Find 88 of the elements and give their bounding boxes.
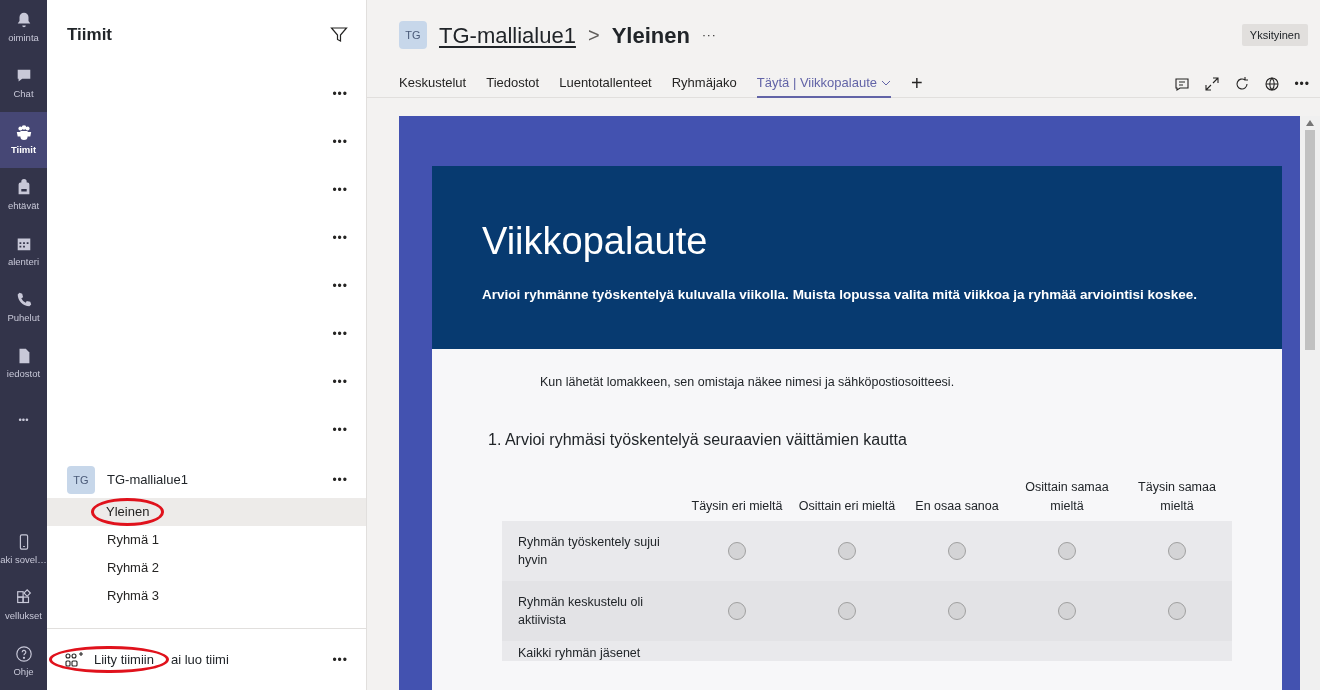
rail-item[interactable]: iedostot xyxy=(0,336,47,392)
rail-label: vellukset xyxy=(5,608,42,623)
add-tab-button[interactable]: + xyxy=(911,63,923,104)
rail-item[interactable]: alenteri xyxy=(0,224,47,280)
rail-item[interactable]: Puhelut xyxy=(0,280,47,336)
question-text: 1. Arvioi ryhmäsi työskentelyä seuraavien väittämien kautta xyxy=(488,429,908,450)
radio-button[interactable] xyxy=(838,542,856,561)
privacy-label: Yksityinen xyxy=(1241,23,1308,47)
more-options-button[interactable]: ··· xyxy=(701,26,1230,44)
more-options-button[interactable]: ••• xyxy=(332,85,348,103)
rail-item[interactable]: Tiimit xyxy=(0,112,47,168)
rail-item[interactable]: oiminta xyxy=(0,0,47,56)
radio-button[interactable] xyxy=(1168,542,1186,561)
rail-label: Chat xyxy=(13,86,34,101)
more-options-button[interactable]: ••• xyxy=(1294,74,1310,93)
people-add-icon xyxy=(64,651,84,668)
tab[interactable]: Täytä | Viikkopalaute xyxy=(756,68,891,99)
statement-text: Ryhmän keskustelu oli aktiivista xyxy=(517,593,645,630)
column-header: Täysin samaa mieltä xyxy=(1137,478,1217,515)
tab[interactable]: Tiedostot xyxy=(486,68,540,99)
more-options-button[interactable]: ••• xyxy=(332,471,348,489)
form-description: Arvioi ryhmänne työskentelyä kuluvalla viikolla. Muista lopussa valita mitä viikkoa ja ryhmää arviointisi koskee. xyxy=(482,285,1199,304)
rail-label: oiminta xyxy=(8,30,39,45)
radio-button[interactable] xyxy=(728,542,746,561)
statement-text: Kaikki ryhmän jäsenet xyxy=(517,645,642,663)
more-label: ••• xyxy=(18,412,29,427)
scroll-up-icon[interactable] xyxy=(1306,120,1314,126)
rail-item[interactable]: ehtävät xyxy=(0,168,47,224)
tab[interactable]: Luentotallenteet xyxy=(559,68,652,99)
radio-button[interactable] xyxy=(728,602,746,621)
form-title: Viikkopalaute xyxy=(482,221,709,263)
globe-icon[interactable] xyxy=(1264,75,1281,92)
rail-label: iedostot xyxy=(6,366,41,381)
radio-button[interactable] xyxy=(838,602,856,621)
rail-label: aki sovel… xyxy=(0,552,47,567)
column-header: Osittain samaa mieltä xyxy=(1024,478,1110,515)
expand-icon[interactable] xyxy=(1204,75,1221,92)
column-header: Täysin eri mieltä xyxy=(690,497,784,515)
team-link[interactable]: TG-mallialue1 xyxy=(439,18,576,52)
radio-button[interactable] xyxy=(948,542,966,561)
help-icon xyxy=(14,644,33,663)
more-options-button[interactable]: ••• xyxy=(332,181,348,199)
column-header: Osittain eri mieltä xyxy=(797,497,897,515)
join-team-link[interactable]: Liity tiimiin xyxy=(49,645,169,674)
rail-item[interactable]: aki sovel… xyxy=(0,522,47,578)
rail-label: Puhelut xyxy=(7,310,40,325)
more-options-button[interactable]: ••• xyxy=(332,325,348,343)
caret-icon xyxy=(881,78,891,87)
column-header: En osaa sanoa xyxy=(914,497,1000,515)
rail-item[interactable]: Chat xyxy=(0,56,47,112)
team-avatar: TG xyxy=(399,21,427,49)
rail-label: ehtävät xyxy=(7,198,40,213)
rail-label: Ohje xyxy=(13,664,34,679)
channel-item[interactable]: Ryhmä 2 xyxy=(47,554,366,582)
link-text[interactable]: ai luo tiimi xyxy=(170,649,333,670)
channel-item[interactable]: Ryhmä 1 xyxy=(47,526,366,554)
team-avatar: TG xyxy=(67,466,95,494)
more-options-button[interactable]: ••• xyxy=(332,277,348,295)
rail-item[interactable]: ••• xyxy=(0,392,47,448)
rail-item[interactable]: Ohje xyxy=(0,634,47,690)
radio-button[interactable] xyxy=(1058,602,1076,621)
panel-title: Tiimit xyxy=(67,24,113,47)
more-options-button[interactable]: ••• xyxy=(332,373,348,391)
team-name[interactable]: TG-mallialue1 xyxy=(107,470,321,490)
radio-button[interactable] xyxy=(948,602,966,621)
scrollbar-thumb[interactable] xyxy=(1305,130,1315,350)
more-options-button[interactable]: ••• xyxy=(332,133,348,151)
channel-item[interactable]: Yleinen xyxy=(47,498,366,526)
people-icon xyxy=(14,122,33,141)
notice-text: Kun lähetät lomakkeen, sen omistaja näkee nimesi ja sähköpostiosoitteesi. xyxy=(540,374,956,392)
link-text: Liity tiimiin xyxy=(94,650,154,669)
channel-title: Yleinen xyxy=(611,21,690,50)
breadcrumb-separator: > xyxy=(587,23,600,48)
more-options-button[interactable]: ••• xyxy=(332,650,348,669)
radio-button[interactable] xyxy=(1058,542,1076,561)
tab[interactable]: Ryhmäjako xyxy=(671,68,737,99)
rail-label: Tiimit xyxy=(10,142,37,157)
channel-item[interactable]: Ryhmä 3 xyxy=(47,582,366,610)
refresh-icon[interactable] xyxy=(1234,75,1251,92)
tab[interactable]: Keskustelut xyxy=(399,68,467,99)
radio-button[interactable] xyxy=(1168,602,1186,621)
more-options-button[interactable]: ••• xyxy=(332,229,348,247)
rail-label: alenteri xyxy=(7,254,40,269)
chat-icon[interactable] xyxy=(1174,75,1191,92)
rail-item[interactable]: vellukset xyxy=(0,578,47,634)
more-options-button[interactable]: ••• xyxy=(332,421,348,439)
filter-icon[interactable] xyxy=(330,26,348,44)
statement-text: Ryhmän työskentely sujui hyvin xyxy=(517,533,661,570)
